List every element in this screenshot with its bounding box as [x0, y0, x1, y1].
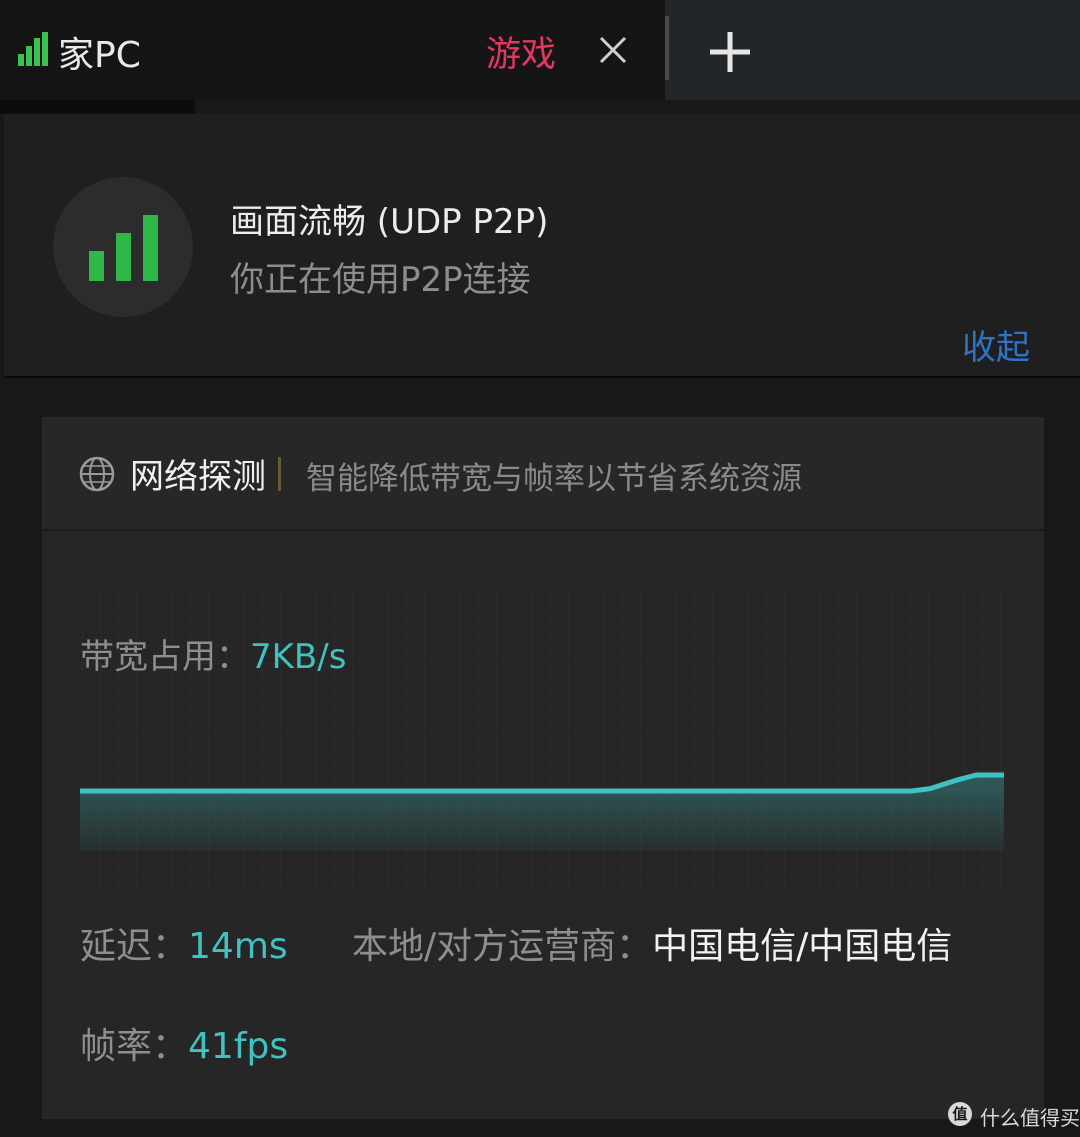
close-icon[interactable] — [593, 28, 633, 72]
bandwidth-area — [80, 775, 1004, 851]
watermark-text: 什么值得买 — [980, 1106, 1080, 1130]
bandwidth-label: 带宽占用： — [80, 637, 250, 677]
bandwidth-line — [80, 772, 1004, 794]
card-header: 网络探测 智能降低带宽与帧率以节省系统资源 — [42, 417, 1044, 531]
network-detection-card: 网络探测 智能降低带宽与帧率以节省系统资源 带宽占用：7KB/s 延迟：14ms… — [42, 417, 1044, 1119]
bandwidth-readout: 带宽占用：7KB/s — [80, 629, 346, 678]
signal-strength-icon — [53, 177, 193, 317]
fps-readout: 帧率：41fps — [80, 1017, 288, 1069]
fps-value: 41fps — [188, 1026, 289, 1067]
connection-status-panel: 画面流畅 (UDP P2P) 你正在使用P2P连接 收起 — [4, 114, 1080, 378]
watermark-logo: 值 — [948, 1102, 972, 1126]
text-cursor — [278, 457, 281, 491]
globe-icon — [79, 456, 115, 492]
latency-readout: 延迟：14ms — [80, 917, 288, 969]
card-subtitle: 智能降低带宽与帧率以节省系统资源 — [306, 461, 802, 497]
latency-value: 14ms — [188, 926, 288, 967]
tab-indicator — [0, 100, 195, 114]
isp-label: 本地/对方运营商： — [352, 926, 653, 967]
watermark: 值 什么值得买 — [948, 1100, 1080, 1130]
fps-label: 帧率： — [80, 1026, 189, 1067]
tab-title: 家PC — [58, 35, 141, 76]
latency-label: 延迟： — [80, 926, 189, 967]
tab-separator — [665, 16, 669, 80]
card-title: 网络探测 — [130, 457, 266, 497]
tab-bar: 家PC 游戏 — [0, 0, 1080, 100]
isp-readout: 本地/对方运营商：中国电信/中国电信 — [352, 917, 952, 969]
isp-value: 中国电信/中国电信 — [652, 926, 953, 967]
plus-icon[interactable] — [706, 28, 754, 76]
bandwidth-value: 7KB/s — [250, 637, 347, 677]
connection-status-title: 画面流畅 (UDP P2P) — [230, 202, 549, 242]
connection-status-subtitle: 你正在使用P2P连接 — [230, 260, 531, 300]
bandwidth-chart-area: 带宽占用：7KB/s 延迟：14ms 本地/对方运营商：中国电信/中国电信 帧率… — [42, 531, 1044, 1119]
tab-home-pc[interactable]: 家PC 游戏 — [0, 0, 665, 100]
collapse-link[interactable]: 收起 — [962, 320, 1030, 369]
signal-icon — [18, 32, 48, 66]
tab-game-tag: 游戏 — [486, 35, 557, 75]
